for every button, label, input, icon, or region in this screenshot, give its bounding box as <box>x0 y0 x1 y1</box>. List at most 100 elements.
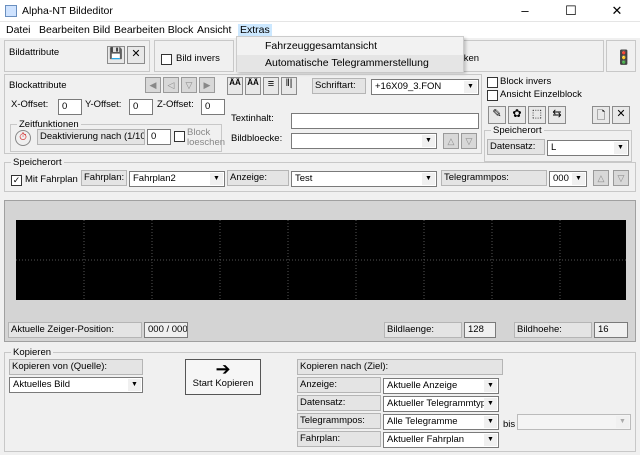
fahrplan-select[interactable]: Fahrplan2 ▼ <box>129 171 225 187</box>
arrow-up-icon[interactable]: △ <box>593 170 609 186</box>
new-page-icon[interactable]: 🗋 <box>592 106 610 124</box>
timer-icon[interactable]: ⏱ <box>15 130 31 146</box>
kopieren-group: Kopieren Kopieren von (Quelle): Aktuelle… <box>4 347 636 452</box>
menu-extras[interactable]: Extras <box>238 24 272 36</box>
block-loeschen-label: Block loeschen <box>187 127 226 148</box>
align-lines-icon[interactable]: ≡ <box>263 77 279 95</box>
anzeige-select[interactable]: Test ▼ <box>291 171 437 187</box>
menu-datei[interactable]: Datei <box>6 24 31 36</box>
start-kopieren-button[interactable]: ➔ Start Kopieren <box>185 359 261 395</box>
arrow-right-icon[interactable]: ▶ <box>199 77 215 93</box>
ziel-anzeige-select[interactable]: Aktuelle Anzeige ▼ <box>383 378 499 394</box>
speicherort-group: Speicherort ✓ Mit Fahrplan Fahrplan: Fah… <box>4 157 636 192</box>
arrow-down-icon[interactable]: ▽ <box>461 133 477 149</box>
app-icon <box>5 5 17 17</box>
chevron-down-icon: ▼ <box>484 434 497 446</box>
minimize-button[interactable]: – <box>502 0 548 22</box>
ziel-fahrplan-select[interactable]: Aktueller Fahrplan ▼ <box>383 432 499 448</box>
y-offset-label: Y-Offset: <box>85 99 122 110</box>
led-grid <box>16 220 626 300</box>
anzeige-value: Test <box>295 173 313 184</box>
close-button[interactable]: ✕ <box>594 0 640 22</box>
ziel-datensatz-select[interactable]: Aktueller Telegrammtyp ▼ <box>383 396 499 412</box>
x-offset-input[interactable]: 0 <box>58 99 82 115</box>
ziel-fahrplan-value: Aktueller Fahrplan <box>387 434 465 445</box>
arrow-up-icon[interactable]: △ <box>443 133 459 149</box>
ziel-telegrammpos-value: Alle Telegramme <box>387 416 458 427</box>
bildattribute-group: Bildattribute 💾 ✕ <box>4 40 150 72</box>
delete-icon[interactable]: ✕ <box>127 46 145 64</box>
bild-invers-checkbox[interactable] <box>161 54 172 65</box>
textinhalt-label: Textinhalt: <box>231 113 274 124</box>
z-offset-input[interactable]: 0 <box>201 99 225 115</box>
bildbloecke-select[interactable]: ▼ <box>291 133 437 149</box>
ziel-anzeige-label: Anzeige: <box>297 377 381 393</box>
speicherort-label: Speicherort <box>11 157 64 168</box>
bildhoehe-value: 16 <box>594 322 628 338</box>
delete-icon[interactable]: ✕ <box>612 106 630 124</box>
menu-bearbeiten-bild[interactable]: Bearbeiten Bild <box>39 24 110 36</box>
traffic-light-group: 🚦 <box>606 40 636 72</box>
datensatz-value: L <box>551 142 557 153</box>
title-bar: Alpha-NT Bildeditor – ☐ ✕ <box>0 0 640 22</box>
textinhalt-input[interactable] <box>291 113 479 129</box>
led-matrix-canvas[interactable] <box>16 220 626 300</box>
telegrammpos-select[interactable]: 000 ▼ <box>549 171 587 187</box>
deaktivierung-input[interactable]: 0 <box>147 129 171 145</box>
chevron-down-icon: ▼ <box>210 173 223 185</box>
bildbloecke-label: Bildbloecke: <box>231 133 283 144</box>
menuitem-fahrzeuggesamtansicht[interactable]: Fahrzeuggesamtansicht <box>237 38 463 55</box>
bildlaenge-label: Bildlaenge: <box>384 322 462 338</box>
bis-select[interactable]: ▼ <box>517 414 631 430</box>
block-invers-label: Block invers <box>500 76 552 87</box>
align-top-icon[interactable]: ÄÄ <box>227 77 243 95</box>
save-icon[interactable]: 💾 <box>107 46 125 64</box>
bildlaenge-value: 128 <box>464 322 496 338</box>
speicherort-right-label: Speicherort <box>491 125 544 136</box>
block-loeschen-checkbox[interactable] <box>174 131 185 142</box>
arrow-right-icon: ➔ <box>215 359 231 379</box>
chevron-down-icon: ▼ <box>572 173 585 185</box>
arrow-down-icon[interactable]: ▽ <box>613 170 629 186</box>
kopieren-quelle-label: Kopieren von (Quelle): <box>9 359 143 375</box>
z-offset-label: Z-Offset: <box>157 99 194 110</box>
color-icon[interactable]: ✿ <box>508 106 526 124</box>
bild-invers-group: Bild invers <box>154 40 234 72</box>
chevron-down-icon: ▼ <box>422 135 435 147</box>
menu-ansicht[interactable]: Ansicht <box>197 24 231 36</box>
block-invers-checkbox[interactable] <box>487 77 498 88</box>
kopieren-ziel-label: Kopieren nach (Ziel): <box>297 359 503 375</box>
ziel-telegrammpos-select[interactable]: Alle Telegramme ▼ <box>383 414 499 430</box>
telegrammpos-label: Telegrammpos: <box>441 170 547 186</box>
extras-dropdown: Fahrzeuggesamtansicht Automatische Teleg… <box>236 36 464 72</box>
ziel-datensatz-label: Datensatz: <box>297 395 381 411</box>
kopieren-quelle-value: Aktuelles Bild <box>13 379 71 390</box>
arrow-left-end-icon[interactable]: ◀ <box>145 77 161 93</box>
menu-bearbeiten-block[interactable]: Bearbeiten Block <box>114 24 193 36</box>
ansicht-einzelblock-checkbox[interactable] <box>487 90 498 101</box>
arrow-down-icon[interactable]: ▽ <box>181 77 197 93</box>
pick-icon[interactable]: ✎ <box>488 106 506 124</box>
align-vertical-icon[interactable]: ‖| <box>281 77 297 95</box>
bildhoehe-label: Bildhoehe: <box>514 322 592 338</box>
mit-fahrplan-checkbox[interactable]: ✓ <box>11 175 22 186</box>
menuitem-automatische-telegrammerstellung[interactable]: Automatische Telegrammerstellung <box>237 55 463 72</box>
traffic-light-icon[interactable]: 🚦 <box>615 46 632 68</box>
select-icon[interactable]: ⬚ <box>528 106 546 124</box>
maximize-button[interactable]: ☐ <box>548 0 594 22</box>
zeitfunktionen-group: Zeitfunktionen ⏱ Deaktivierung nach (1/1… <box>10 119 226 152</box>
align-bottom-icon[interactable]: ÄÄ <box>245 77 261 95</box>
bis-label: bis <box>503 419 516 430</box>
chevron-down-icon: ▼ <box>128 379 141 391</box>
fahrplan-label: Fahrplan: <box>81 170 127 186</box>
telegrammpos-value: 000 <box>553 173 569 184</box>
datensatz-select[interactable]: L ▼ <box>547 140 629 156</box>
swap-icon[interactable]: ⇆ <box>548 106 566 124</box>
schriftart-select[interactable]: +16X09_3.FON ▼ <box>371 79 479 95</box>
zeiger-position-label: Aktuelle Zeiger-Position: <box>8 322 142 338</box>
arrow-left-icon[interactable]: ◁ <box>163 77 179 93</box>
ziel-datensatz-value: Aktueller Telegrammtyp <box>387 398 487 409</box>
y-offset-input[interactable]: 0 <box>129 99 153 115</box>
kopieren-label: Kopieren <box>11 347 54 358</box>
kopieren-quelle-select[interactable]: Aktuelles Bild ▼ <box>9 377 143 393</box>
